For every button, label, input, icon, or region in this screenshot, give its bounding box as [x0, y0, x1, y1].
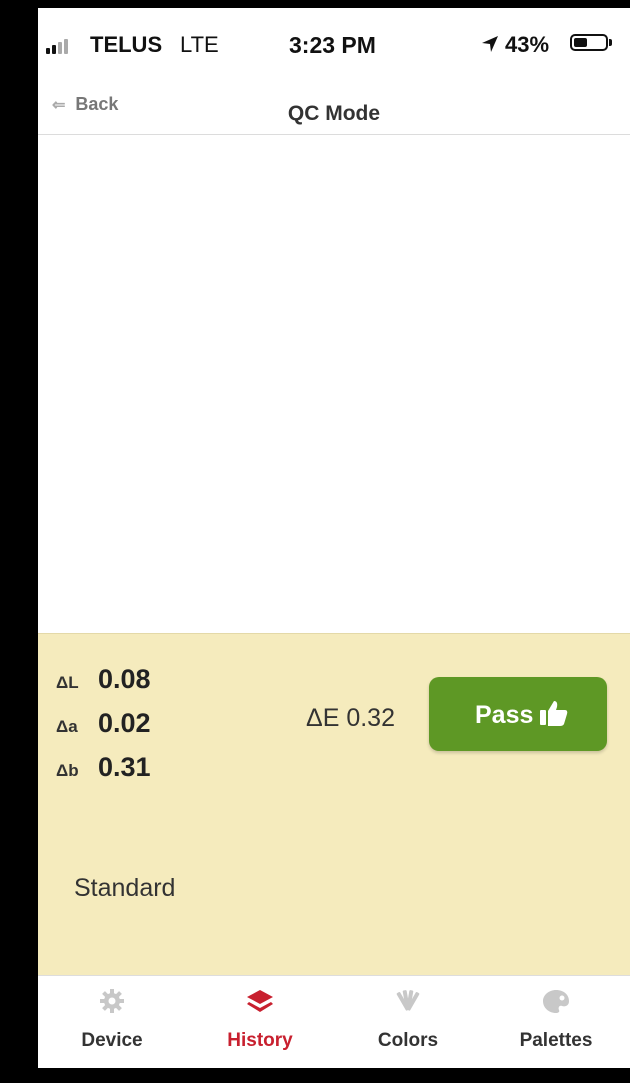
delta-b-row: Δb 0.31	[56, 752, 151, 786]
palette-icon	[543, 990, 569, 1013]
tab-colors[interactable]: Colors	[334, 976, 482, 1068]
signal-strength-icon	[46, 38, 76, 54]
delta-l-symbol: ΔL	[56, 673, 79, 692]
fan-deck-icon	[396, 990, 420, 1011]
tab-device[interactable]: Device	[38, 976, 186, 1068]
qc-results-panel: ΔL 0.08 Δa 0.02 Δb 0.31 ΔE 0.32 Pass	[38, 633, 630, 791]
battery-percent: 43%	[505, 32, 550, 57]
navigation-bar: ⇐ Back QC Mode	[38, 84, 630, 135]
delta-e-value: ΔE 0.32	[306, 704, 395, 732]
gear-icon	[100, 989, 124, 1013]
standard-color-swatch: Standard	[38, 790, 630, 975]
thumbs-up-icon	[540, 701, 568, 726]
battery-tip	[609, 39, 612, 46]
tab-bar: Device History Colors Palettes	[38, 975, 630, 1068]
layers-icon	[247, 990, 273, 1012]
sample-color-swatch	[38, 135, 630, 633]
page-title: QC Mode	[287, 102, 381, 125]
delta-b-value: 0.31	[98, 752, 151, 782]
pass-status-button[interactable]: Pass	[429, 677, 607, 751]
delta-l-row: ΔL 0.08	[56, 664, 151, 698]
status-bar: TELUS LTE 3:23 PM 43%	[38, 8, 630, 84]
tab-history[interactable]: History	[186, 976, 334, 1068]
battery-icon	[570, 34, 608, 51]
status-time: 3:23 PM	[289, 32, 376, 58]
tab-colors-label: Colors	[377, 1030, 439, 1051]
location-arrow-icon	[482, 36, 498, 52]
delta-a-value: 0.02	[98, 708, 151, 738]
phone-screen: TELUS LTE 3:23 PM 43% ⇐ Back QC Mode ΔL 0.…	[38, 8, 630, 1068]
tab-device-label: Device	[81, 1030, 143, 1051]
delta-b-symbol: Δb	[56, 761, 79, 780]
pass-label: Pass	[475, 701, 534, 729]
tab-palettes-label: Palettes	[519, 1030, 593, 1051]
network-type: LTE	[180, 32, 219, 57]
delta-a-row: Δa 0.02	[56, 708, 151, 742]
standard-label: Standard	[74, 874, 176, 902]
delta-l-value: 0.08	[98, 664, 151, 694]
tab-palettes[interactable]: Palettes	[482, 976, 630, 1068]
battery-fill	[574, 38, 587, 47]
carrier-name: TELUS	[90, 32, 163, 57]
tab-history-label: History	[227, 1030, 293, 1051]
delta-a-symbol: Δa	[56, 717, 78, 736]
